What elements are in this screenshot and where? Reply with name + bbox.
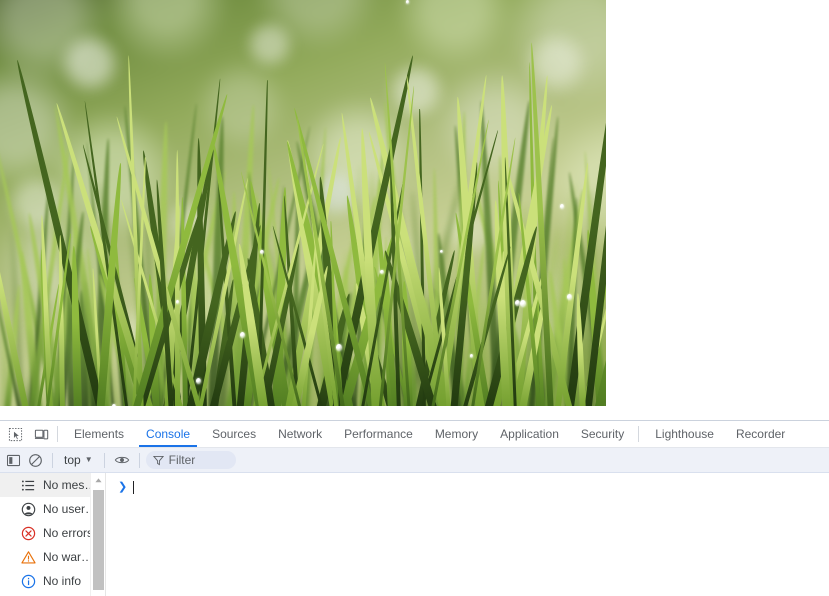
- grass-photo: [0, 0, 606, 406]
- console-sidebar-item-label: No war…: [43, 550, 94, 564]
- console-sidebar-scrollbar[interactable]: [90, 473, 105, 596]
- console-sidebar-item-label: No errors: [43, 526, 94, 540]
- dew-drop: [560, 204, 565, 210]
- dew-drop: [112, 404, 117, 406]
- filter-placeholder: Filter: [168, 453, 196, 467]
- dew-drop: [260, 250, 264, 255]
- tab-memory[interactable]: Memory: [424, 421, 489, 447]
- tab-security[interactable]: Security: [570, 421, 635, 447]
- dew-drop: [406, 0, 410, 4]
- prompt-chevron-icon: ❯: [118, 480, 128, 493]
- execution-context-label: top: [64, 453, 81, 467]
- dew-drop: [336, 344, 342, 351]
- dew-drop: [240, 332, 245, 338]
- console-toolbar: top ▼ Filter: [0, 448, 829, 473]
- chevron-down-icon: ▼: [84, 455, 93, 464]
- console-toolbar-divider-1: [52, 452, 53, 468]
- tab-network[interactable]: Network: [267, 421, 333, 447]
- console-toolbar-divider-3: [138, 452, 140, 468]
- grass-blades-layer: [0, 0, 606, 406]
- clear-console-icon[interactable]: [24, 449, 46, 471]
- prompt-text-cursor: [133, 480, 135, 494]
- browser-window: Elements Console Sources Network Performance…: [0, 0, 829, 596]
- warning-triangle-icon: [20, 549, 36, 565]
- devtools-tab-bar: Elements Console Sources Network Performance…: [0, 421, 829, 448]
- console-sidebar-item-label: No mes…: [43, 478, 97, 492]
- filter-input[interactable]: Filter: [145, 451, 236, 469]
- page-viewport: [0, 0, 829, 420]
- scrollbar-thumb[interactable]: [93, 490, 104, 590]
- console-toolbar-divider-2: [103, 452, 105, 468]
- console-sidebar-item-label: No info: [43, 574, 82, 588]
- info-circle-icon: [20, 573, 36, 589]
- tab-lighthouse[interactable]: Lighthouse: [644, 421, 725, 447]
- devtools-panel: Elements Console Sources Network Performance…: [0, 420, 829, 596]
- inspect-element-icon[interactable]: [2, 421, 28, 447]
- execution-context-selector[interactable]: top ▼: [59, 452, 98, 468]
- scroll-up-arrow-icon[interactable]: [91, 473, 105, 488]
- list-icon: [20, 477, 36, 493]
- dew-drop: [567, 294, 572, 300]
- tab-recorder[interactable]: Recorder: [725, 421, 796, 447]
- console-prompt-row[interactable]: ❯: [106, 478, 829, 496]
- dew-drop: [176, 300, 180, 304]
- tab-group-divider: [638, 426, 640, 442]
- sidebar-toggle-icon[interactable]: [2, 449, 24, 471]
- toolbar-divider: [57, 426, 58, 442]
- device-toolbar-icon[interactable]: [28, 421, 54, 447]
- user-circle-icon: [20, 501, 36, 517]
- console-sidebar-item-label: No user…: [43, 502, 98, 516]
- tab-application[interactable]: Application: [489, 421, 570, 447]
- live-expression-eye-icon[interactable]: [111, 449, 133, 471]
- filter-funnel-icon: [152, 455, 164, 465]
- tab-sources[interactable]: Sources: [201, 421, 267, 447]
- console-sidebar: No mes… No user… No errors No war… No info: [0, 473, 105, 596]
- dew-drop: [520, 300, 527, 307]
- error-circle-icon: [20, 525, 36, 541]
- dew-drop: [380, 270, 384, 275]
- tabs-container: Elements Console Sources Network Performance…: [63, 421, 796, 447]
- console-message-list[interactable]: ❯: [106, 473, 829, 596]
- console-body: No mes… No user… No errors No war… No info ❯: [0, 473, 829, 596]
- tab-elements[interactable]: Elements: [63, 421, 135, 447]
- tab-performance[interactable]: Performance: [333, 421, 424, 447]
- tab-console[interactable]: Console: [135, 421, 201, 447]
